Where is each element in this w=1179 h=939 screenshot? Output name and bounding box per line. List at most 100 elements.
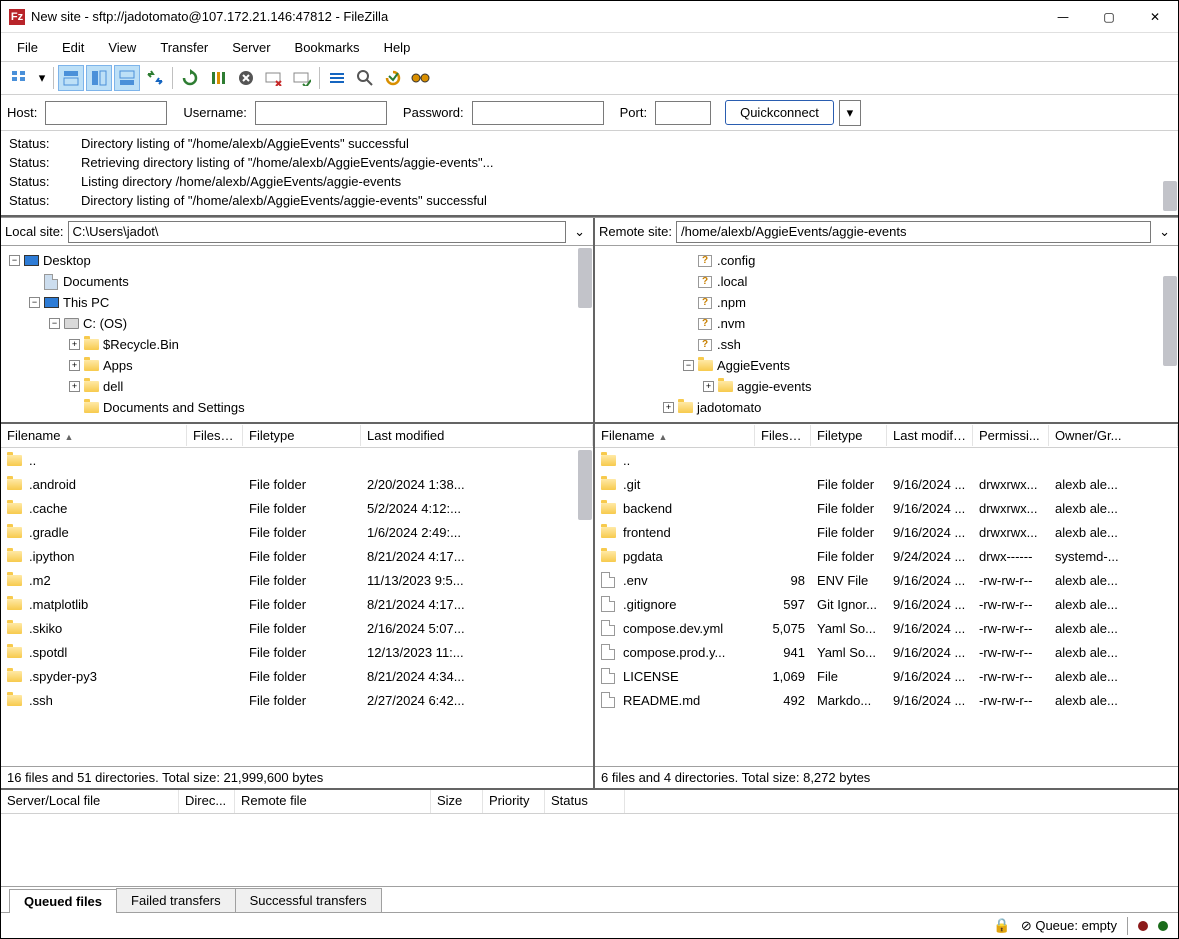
queue-col[interactable]: Priority — [483, 790, 545, 813]
minimize-button[interactable]: — — [1040, 1, 1086, 33]
remote-path-dropdown-icon[interactable]: ⌄ — [1155, 224, 1174, 240]
file-row[interactable]: LICENSE1,069File9/16/2024 ...-rw-rw-r--a… — [595, 664, 1178, 688]
file-row[interactable]: .gradleFile folder1/6/2024 2:49:... — [1, 520, 593, 544]
password-input[interactable] — [472, 101, 604, 125]
tab-queued[interactable]: Queued files — [9, 889, 117, 913]
file-row[interactable]: pgdataFile folder9/24/2024 ...drwx------… — [595, 544, 1178, 568]
remote-path-input[interactable] — [676, 221, 1151, 243]
file-row[interactable]: .sshFile folder2/27/2024 6:42... — [1, 688, 593, 712]
col-filename[interactable]: Filename▲ — [595, 425, 755, 446]
col-filetype[interactable]: Filetype — [811, 425, 887, 446]
menu-file[interactable]: File — [7, 36, 48, 59]
sitemanager-dropdown-icon[interactable]: ▾ — [35, 65, 49, 91]
tree-item[interactable]: +Apps — [3, 355, 591, 376]
tree-item[interactable]: ?.local — [597, 271, 1176, 292]
col-lastmod[interactable]: Last modifi... — [887, 425, 973, 446]
col-permissions[interactable]: Permissi... — [973, 425, 1049, 446]
tree-item[interactable]: +aggie-events — [597, 376, 1176, 397]
menu-help[interactable]: Help — [374, 36, 421, 59]
file-row[interactable]: compose.prod.y...941Yaml So...9/16/2024 … — [595, 640, 1178, 664]
host-input[interactable] — [45, 101, 167, 125]
log-scrollbar[interactable] — [1163, 181, 1177, 211]
maximize-button[interactable]: ▢ — [1086, 1, 1132, 33]
col-owner[interactable]: Owner/Gr... — [1049, 425, 1178, 446]
tab-failed[interactable]: Failed transfers — [116, 888, 236, 912]
file-row[interactable]: .matplotlibFile folder8/21/2024 4:17... — [1, 592, 593, 616]
file-row[interactable]: .gitFile folder9/16/2024 ...drwxrwx...al… — [595, 472, 1178, 496]
log-pane[interactable]: Status:Directory listing of "/home/alexb… — [1, 131, 1178, 217]
username-input[interactable] — [255, 101, 387, 125]
file-row[interactable]: .. — [1, 448, 593, 472]
file-row[interactable]: README.md492Markdo...9/16/2024 ...-rw-rw… — [595, 688, 1178, 712]
tree-item[interactable]: −Desktop — [3, 250, 591, 271]
queue-col[interactable]: Direc... — [179, 790, 235, 813]
remote-filelist[interactable]: Filename▲ Filesize Filetype Last modifi.… — [595, 424, 1178, 766]
tree-item[interactable]: +$Recycle.Bin — [3, 334, 591, 355]
toggle-queue-icon[interactable] — [114, 65, 140, 91]
port-input[interactable] — [655, 101, 711, 125]
disconnect-icon[interactable] — [261, 65, 287, 91]
file-row[interactable]: .env98ENV File9/16/2024 ...-rw-rw-r--ale… — [595, 568, 1178, 592]
refresh-icon[interactable] — [177, 65, 203, 91]
process-queue-icon[interactable] — [205, 65, 231, 91]
find-icon[interactable] — [408, 65, 434, 91]
reconnect-icon[interactable] — [289, 65, 315, 91]
search-icon[interactable] — [352, 65, 378, 91]
local-path-dropdown-icon[interactable]: ⌄ — [570, 224, 589, 240]
tree-item[interactable]: ?.nvm — [597, 313, 1176, 334]
queue-col[interactable]: Status — [545, 790, 625, 813]
tree-item[interactable]: +jadotomato — [597, 397, 1176, 418]
toggle-log-icon[interactable] — [58, 65, 84, 91]
tree-item[interactable]: −AggieEvents — [597, 355, 1176, 376]
file-row[interactable]: .m2File folder11/13/2023 9:5... — [1, 568, 593, 592]
col-filesize[interactable]: Filesize — [187, 425, 243, 446]
remote-tree-scrollbar[interactable] — [1163, 276, 1177, 366]
remote-tree[interactable]: ?.config?.local?.npm?.nvm?.ssh−AggieEven… — [595, 246, 1178, 424]
menu-bookmarks[interactable]: Bookmarks — [285, 36, 370, 59]
col-filename[interactable]: Filename▲ — [1, 425, 187, 446]
local-tree-scrollbar[interactable] — [578, 248, 592, 308]
toggle-tree-icon[interactable] — [86, 65, 112, 91]
cancel-icon[interactable] — [233, 65, 259, 91]
close-button[interactable]: ✕ — [1132, 1, 1178, 33]
file-row[interactable]: .cacheFile folder5/2/2024 4:12:... — [1, 496, 593, 520]
local-path-input[interactable] — [68, 221, 567, 243]
tab-successful[interactable]: Successful transfers — [235, 888, 382, 912]
col-filetype[interactable]: Filetype — [243, 425, 361, 446]
col-filesize[interactable]: Filesize — [755, 425, 811, 446]
tree-item[interactable]: ?.config — [597, 250, 1176, 271]
quickconnect-button[interactable]: Quickconnect — [725, 100, 834, 125]
quickconnect-dropdown-icon[interactable]: ▾ — [839, 100, 861, 126]
sitemanager-icon[interactable] — [7, 65, 33, 91]
file-row[interactable]: compose.dev.yml5,075Yaml So...9/16/2024 … — [595, 616, 1178, 640]
file-row[interactable]: frontendFile folder9/16/2024 ...drwxrwx.… — [595, 520, 1178, 544]
menu-transfer[interactable]: Transfer — [150, 36, 218, 59]
queue-body[interactable] — [1, 814, 1178, 886]
file-row[interactable]: .ipythonFile folder8/21/2024 4:17... — [1, 544, 593, 568]
file-row[interactable]: .androidFile folder2/20/2024 1:38... — [1, 472, 593, 496]
menu-server[interactable]: Server — [222, 36, 280, 59]
file-row[interactable]: .spotdlFile folder12/13/2023 11:... — [1, 640, 593, 664]
local-tree[interactable]: −DesktopDocuments−This PC−C: (OS)+$Recyc… — [1, 246, 593, 424]
queue-col[interactable]: Remote file — [235, 790, 431, 813]
filter-icon[interactable] — [324, 65, 350, 91]
file-row[interactable]: backendFile folder9/16/2024 ...drwxrwx..… — [595, 496, 1178, 520]
tree-item[interactable]: ?.npm — [597, 292, 1176, 313]
file-row[interactable]: .skikoFile folder2/16/2024 5:07... — [1, 616, 593, 640]
col-lastmod[interactable]: Last modified — [361, 425, 593, 446]
queue-col[interactable]: Size — [431, 790, 483, 813]
sync-browse-icon[interactable] — [142, 65, 168, 91]
tree-item[interactable]: Documents — [3, 271, 591, 292]
local-filelist[interactable]: Filename▲ Filesize Filetype Last modifie… — [1, 424, 593, 766]
file-row[interactable]: .. — [595, 448, 1178, 472]
tree-item[interactable]: +dell — [3, 376, 591, 397]
tree-item[interactable]: ?.ssh — [597, 334, 1176, 355]
tree-item[interactable]: −This PC — [3, 292, 591, 313]
menu-edit[interactable]: Edit — [52, 36, 94, 59]
file-row[interactable]: .spyder-py3File folder8/21/2024 4:34... — [1, 664, 593, 688]
tree-item[interactable]: Documents and Settings — [3, 397, 591, 418]
menu-view[interactable]: View — [98, 36, 146, 59]
compare-icon[interactable] — [380, 65, 406, 91]
local-list-scrollbar[interactable] — [578, 450, 592, 520]
file-row[interactable]: .gitignore597Git Ignor...9/16/2024 ...-r… — [595, 592, 1178, 616]
